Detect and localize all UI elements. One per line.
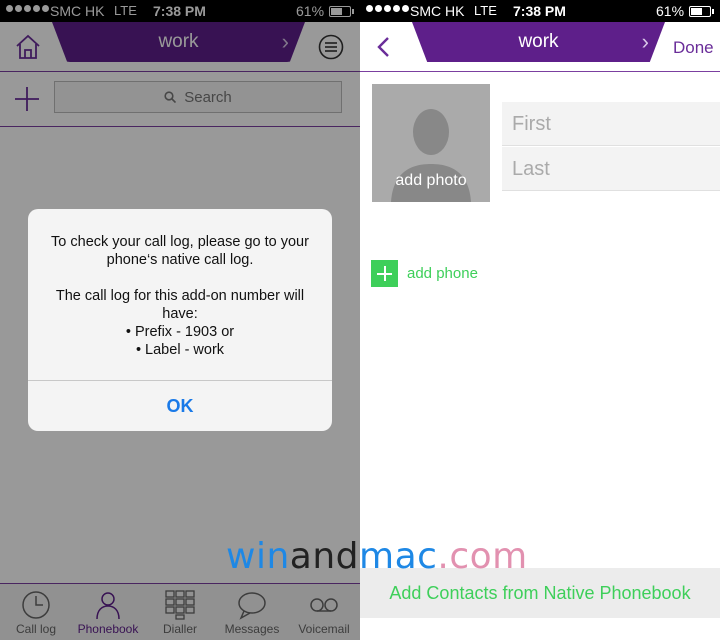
watermark-part: .com [437, 536, 528, 577]
nav-title: work [518, 31, 559, 52]
signal-strength-icon [366, 5, 409, 12]
alert-bullet: • Label - work [135, 342, 225, 358]
add-photo-label: add photo [395, 172, 467, 189]
ok-button[interactable]: OK [28, 381, 332, 431]
first-name-field[interactable]: First [502, 102, 720, 146]
watermark-part: win [226, 536, 290, 577]
alert-bullet: • Prefix - 1903 or [125, 324, 235, 340]
watermark: winandmac.com [226, 536, 528, 577]
nav-bar: work › [360, 22, 720, 72]
battery-icon [689, 6, 714, 17]
add-phone-label: add phone [407, 265, 478, 282]
back-chevron-icon[interactable] [376, 36, 390, 58]
add-phone-button[interactable]: add phone [371, 260, 478, 287]
alert-line: The call log for this add-on number will… [55, 288, 305, 322]
nav-divider [360, 71, 720, 72]
watermark-part: and [289, 536, 359, 577]
number-selector[interactable]: work › [412, 22, 665, 62]
call-log-alert: To check your call log, please go to you… [28, 209, 332, 431]
network-type: LTE [474, 3, 497, 18]
status-bar: SMC HK LTE 7:38 PM 61% [360, 0, 720, 22]
carrier-name: SMC HK [410, 3, 465, 19]
last-name-field[interactable]: Last [502, 147, 720, 191]
plus-icon [371, 260, 398, 287]
add-photo-button[interactable]: add photo [372, 84, 490, 202]
watermark-part: mac [359, 536, 438, 577]
chevron-right-icon: › [641, 29, 649, 54]
battery-percentage: 61% [656, 3, 685, 19]
alert-line: To check your call log, please go to you… [51, 234, 309, 268]
alert-message: To check your call log, please go to you… [38, 233, 322, 359]
done-button[interactable]: Done [673, 38, 714, 58]
clock-time: 7:38 PM [513, 3, 566, 19]
